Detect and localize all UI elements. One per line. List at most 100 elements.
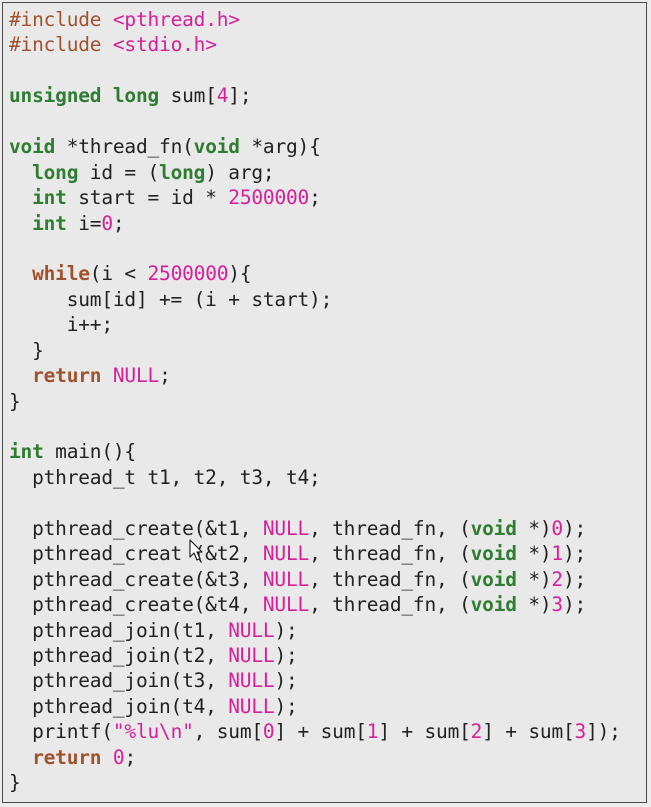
code-line: return NULL;	[9, 363, 621, 388]
code-token: sum[	[159, 84, 217, 108]
code-token: <stdio.h>	[112, 33, 217, 57]
code-token: pthread_join(t1,	[9, 618, 229, 642]
code-token: }	[9, 771, 21, 795]
code-line: #include <stdio.h>	[9, 32, 621, 57]
code-token: NULL	[228, 618, 275, 642]
code-line: while(i < 2500000){	[9, 261, 621, 286]
code-token: NULL	[262, 516, 310, 540]
code-token: long	[32, 160, 79, 184]
code-token: ;	[124, 745, 136, 769]
code-token: void	[193, 135, 240, 159]
code-line: int main(){	[9, 439, 621, 464]
code-token: void	[470, 593, 517, 617]
code-token: main(){	[43, 440, 136, 464]
code-line: }	[9, 770, 621, 795]
code-token: int	[32, 211, 67, 235]
code-line: i++;	[9, 312, 621, 337]
code-token: pthread_create(&t4,	[9, 593, 263, 617]
code-token: , sum[	[193, 720, 263, 744]
code-line: sum[id] += (i + start);	[9, 287, 621, 312]
code-line: pthread_t t1, t2, t3, t4;	[9, 465, 621, 490]
code-token: pthread_join(t3,	[9, 669, 229, 693]
code-token: return	[32, 364, 102, 388]
code-line: void *thread_fn(void *arg){	[9, 134, 621, 159]
code-line: #include <pthread.h>	[9, 7, 621, 32]
code-token: 1	[366, 720, 379, 744]
code-token: );	[562, 516, 587, 540]
code-token: id = (	[78, 160, 160, 184]
code-token: , thread_fn, (	[309, 593, 471, 617]
code-token: , thread_fn, (	[309, 516, 471, 540]
code-token: );	[562, 567, 587, 591]
code-token: pthread_join(t2,	[9, 643, 229, 667]
code-token: ] + sum[	[274, 720, 367, 744]
code-token: NULL	[228, 643, 275, 667]
code-token: return	[32, 745, 102, 769]
code-token: ){	[228, 262, 252, 286]
code-token: NULL	[228, 694, 275, 718]
code-line: printf("%lu\n", sum[0] + sum[1] + sum[2]…	[9, 719, 621, 744]
code-token: long	[159, 160, 206, 184]
code-line: long id = (long) arg;	[9, 160, 621, 185]
code-token: *)	[516, 516, 552, 540]
code-token: , thread_fn, (	[309, 542, 471, 566]
code-line: pthread_create(&t4, NULL, thread_fn, (vo…	[9, 592, 621, 617]
code-token: unsigned long	[9, 84, 160, 108]
code-line: pthread_join(t1, NULL);	[9, 618, 621, 643]
code-token: #include	[9, 8, 113, 31]
code-line: int start = id * 2500000;	[9, 185, 621, 210]
code-token: );	[274, 618, 298, 642]
code-line: }	[9, 338, 621, 363]
code-token: 4	[216, 84, 229, 108]
code-token: *)	[516, 567, 552, 591]
code-token: void	[470, 567, 517, 591]
code-token: ]);	[586, 720, 621, 744]
code-token: 0	[551, 516, 563, 540]
code-token: );	[274, 669, 298, 693]
code-token: , thread_fn, (	[309, 567, 471, 591]
code-line: pthread_join(t3, NULL);	[9, 668, 621, 693]
code-token: NULL	[112, 364, 160, 388]
code-token: printf(	[9, 720, 113, 744]
code-line: pthread_create(&t1, NULL, thread_fn, (vo…	[9, 516, 621, 541]
code-token: ;	[309, 186, 321, 210]
code-token: ] + sum[	[378, 720, 471, 744]
code-token: );	[562, 542, 587, 566]
code-token: int	[9, 440, 44, 464]
code-token: 3	[551, 593, 563, 617]
code-token: "%lu\n"	[112, 720, 194, 744]
code-area[interactable]: #include <pthread.h> #include <stdio.h> u…	[9, 7, 621, 796]
code-token: ;	[159, 364, 171, 388]
code-token: void	[470, 542, 517, 566]
code-token: pthread_join(t4,	[9, 694, 229, 718]
code-token: void	[470, 516, 517, 540]
code-editor[interactable]: #include <pthread.h> #include <stdio.h> u…	[2, 2, 647, 803]
code-token: 3	[574, 720, 587, 744]
code-token: 2	[470, 720, 483, 744]
code-token: void	[9, 135, 56, 159]
code-line: pthread_creat (&t2, NULL, thread_fn, (vo…	[9, 541, 621, 566]
code-token: ;	[112, 211, 125, 235]
code-token: #include	[9, 33, 113, 57]
code-line: return 0;	[9, 745, 621, 770]
code-token: ) arg;	[205, 160, 275, 184]
code-token: ];	[228, 84, 252, 108]
code-token: pthread_creat (&t2,	[9, 542, 263, 566]
code-token: <pthread.h>	[112, 8, 240, 31]
code-line: }	[9, 389, 621, 414]
code-token: 2	[551, 567, 563, 591]
code-token: pthread_create(&t1,	[9, 516, 263, 540]
code-token: 0	[101, 211, 113, 235]
code-token: NULL	[262, 542, 310, 566]
code-token: NULL	[262, 567, 310, 591]
code-token: pthread_create(&t3,	[9, 567, 263, 591]
